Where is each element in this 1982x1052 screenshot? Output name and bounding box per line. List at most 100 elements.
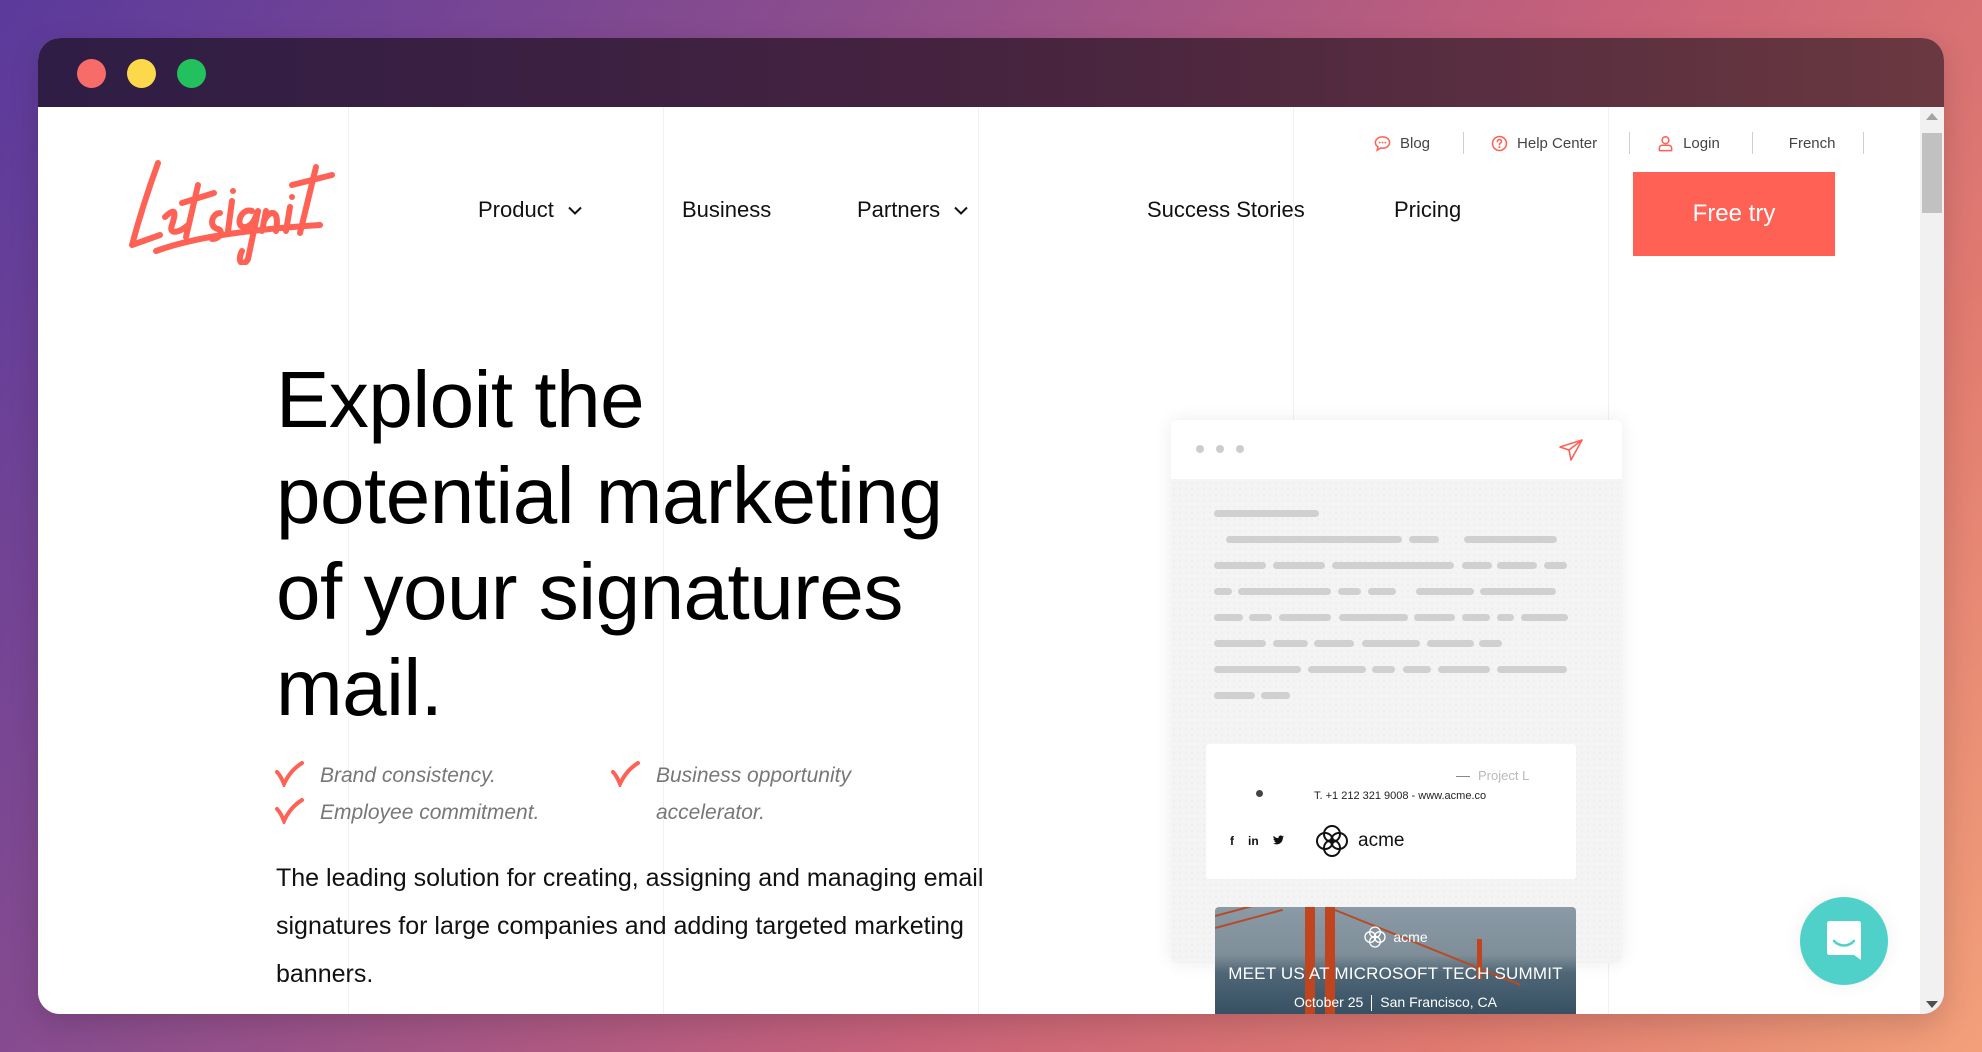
- email-preview-card: [1171, 420, 1622, 963]
- send-icon: [1559, 439, 1583, 461]
- placeholder-bar: [1497, 614, 1514, 621]
- nav-partners[interactable]: Partners: [857, 197, 968, 223]
- nav-divider: [1629, 132, 1631, 154]
- browser-titlebar: [38, 38, 1944, 107]
- placeholder-line: [1214, 666, 1584, 692]
- nav-divider: [1863, 132, 1865, 154]
- marketing-banner[interactable]: acme MEET US AT MICROSOFT TECH SUMMIT Oc…: [1215, 907, 1576, 1014]
- placeholder-line: [1214, 562, 1584, 588]
- placeholder-bar: [1314, 640, 1354, 647]
- chat-bubble-icon: [1374, 135, 1391, 152]
- banner-brand: acme: [1215, 925, 1576, 949]
- signature-job-title: Project L: [1456, 768, 1529, 783]
- checkmark-icon: [275, 798, 304, 824]
- placeholder-bar: [1532, 536, 1549, 543]
- signature-avatar: [1256, 790, 1263, 797]
- placeholder-bar: [1214, 692, 1255, 699]
- email-body-placeholder: [1214, 510, 1584, 718]
- nav-pricing-label: Pricing: [1394, 197, 1462, 222]
- window-dot: [1216, 445, 1224, 453]
- blog-label: Blog: [1400, 134, 1431, 152]
- nav-success-stories[interactable]: Success Stories: [1147, 197, 1305, 223]
- facebook-icon[interactable]: f: [1230, 834, 1234, 848]
- acme-logo-icon: [1316, 825, 1348, 857]
- checkmark-icon: [611, 761, 640, 787]
- nav-product[interactable]: Product: [478, 197, 582, 223]
- linkedin-icon[interactable]: in: [1248, 834, 1259, 848]
- signature-contact: T. +1 212 321 9008 - www.acme.co: [1314, 790, 1487, 802]
- chat-smile-icon: [1827, 921, 1861, 960]
- placeholder-bar: [1462, 562, 1492, 569]
- scroll-up-arrow-icon[interactable]: [1926, 113, 1938, 120]
- company-name: acme: [1358, 830, 1405, 851]
- close-window-button[interactable]: [77, 59, 106, 88]
- chat-launcher-button[interactable]: [1800, 897, 1888, 985]
- language-selector[interactable]: French: [1789, 135, 1836, 152]
- placeholder-bar: [1362, 640, 1420, 647]
- help-center-label: Help Center: [1517, 134, 1598, 152]
- placeholder-bar: [1279, 614, 1331, 621]
- scroll-down-arrow-icon[interactable]: [1926, 1001, 1938, 1008]
- logo-wordmark: [129, 160, 335, 267]
- placeholder-bar: [1427, 640, 1474, 647]
- free-try-button[interactable]: Free try: [1633, 172, 1835, 256]
- banner-location: San Francisco, CA: [1380, 994, 1497, 1010]
- placeholder-bar: [1226, 536, 1348, 543]
- twitter-icon[interactable]: [1272, 834, 1284, 848]
- minimize-window-button[interactable]: [127, 59, 156, 88]
- placeholder-bar: [1344, 536, 1402, 543]
- placeholder-bar: [1214, 562, 1266, 569]
- webpage: Blog Help Center Login French Product Bu…: [38, 107, 1920, 1014]
- placeholder-bar: [1338, 588, 1361, 595]
- acme-logo-icon: [1364, 926, 1387, 948]
- nav-divider: [1751, 132, 1753, 154]
- placeholder-line: [1214, 588, 1584, 614]
- nav-business[interactable]: Business: [682, 197, 771, 223]
- divider: [1371, 995, 1373, 1012]
- benefit-item: Employee commitment.: [274, 794, 539, 831]
- hero-title: Exploit the potential marketing of your …: [276, 352, 1036, 736]
- benefit-item: Business opportunity accelerator.: [610, 757, 870, 831]
- language-label: French: [1788, 134, 1836, 152]
- placeholder-line: [1214, 692, 1584, 718]
- nav-pricing[interactable]: Pricing: [1394, 197, 1461, 223]
- placeholder-bar: [1332, 562, 1454, 569]
- placeholder-bar: [1238, 588, 1331, 595]
- blog-link[interactable]: Blog: [1374, 135, 1430, 152]
- login-label: Login: [1683, 134, 1720, 152]
- window-dot: [1236, 445, 1244, 453]
- placeholder-bar: [1414, 614, 1455, 621]
- placeholder-bar: [1273, 640, 1308, 647]
- letsignit-logo[interactable]: [120, 155, 340, 267]
- browser-window: Blog Help Center Login French Product Bu…: [38, 38, 1944, 1014]
- placeholder-bar: [1544, 562, 1567, 569]
- benefit-text: Brand consistency.: [320, 764, 496, 787]
- benefit-text: Business opportunity accelerator.: [656, 764, 851, 824]
- maximize-window-button[interactable]: [177, 59, 206, 88]
- nav-success-stories-label: Success Stories: [1147, 197, 1305, 222]
- email-preview-header: [1171, 420, 1622, 479]
- help-center-link[interactable]: Help Center: [1491, 135, 1597, 152]
- placeholder-line: [1214, 614, 1584, 640]
- vertical-scrollbar[interactable]: [1920, 107, 1944, 1014]
- banner-details: October 25 San Francisco, CA: [1215, 994, 1576, 1012]
- signature-company: acme: [1314, 823, 1404, 859]
- placeholder-bar: [1214, 666, 1301, 673]
- nav-product-label: Product: [478, 197, 554, 222]
- placeholder-bar: [1372, 666, 1395, 673]
- benefit-item: Brand consistency.: [274, 757, 496, 794]
- banner-title: MEET US AT MICROSOFT TECH SUMMIT: [1228, 964, 1563, 983]
- chevron-down-icon: [568, 206, 582, 215]
- placeholder-bar: [1479, 640, 1502, 647]
- placeholder-bar: [1497, 562, 1537, 569]
- placeholder-bar: [1339, 614, 1408, 621]
- hero-title-line: of your signatures: [276, 547, 903, 636]
- banner-brand-name: acme: [1393, 929, 1428, 945]
- chevron-down-icon: [954, 206, 968, 215]
- email-signature: Project L T. +1 212 321 9008 - www.acme.…: [1206, 744, 1576, 879]
- placeholder-bar: [1497, 666, 1567, 673]
- placeholder-line: [1214, 536, 1584, 562]
- scrollbar-thumb[interactable]: [1922, 133, 1942, 213]
- login-link[interactable]: Login: [1657, 135, 1720, 152]
- hero-title-line: mail.: [276, 643, 443, 732]
